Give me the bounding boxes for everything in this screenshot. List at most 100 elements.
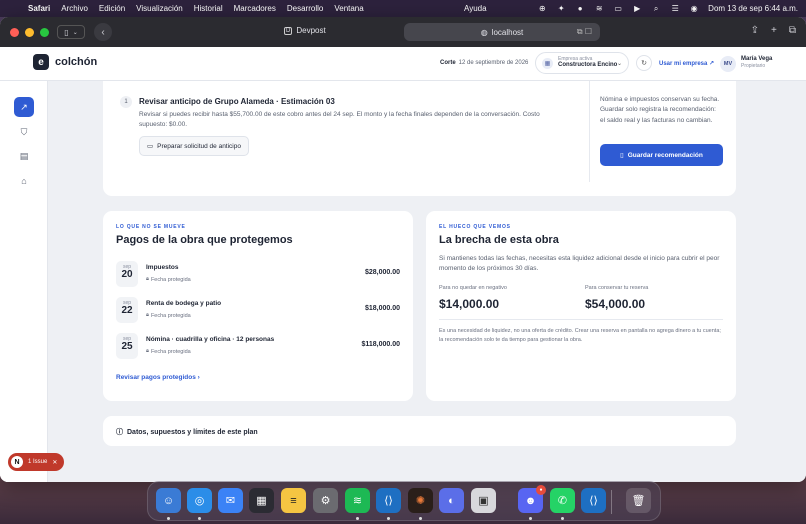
info-icon: ⓘ xyxy=(116,429,123,436)
share-icon[interactable]: ⇪ xyxy=(751,25,759,36)
nav-shield[interactable]: ⛉ xyxy=(14,122,34,142)
extensions-icon[interactable]: ⧉ ☐ xyxy=(577,27,592,37)
date-box: sep 20 xyxy=(116,261,138,287)
whatsapp-icon[interactable]: ✆ xyxy=(550,488,575,513)
issue-label: 1 Issue xyxy=(28,459,48,465)
user-icon[interactable]: ● xyxy=(575,4,585,13)
nav-dashboard[interactable]: ↗ xyxy=(14,97,34,117)
recommendation-side-text: Nómina e impuestos conservan su fecha. G… xyxy=(600,96,720,124)
datos-card[interactable]: ⓘ Datos, supuestos y límites de este pla… xyxy=(103,416,736,446)
form-icon: ▭ xyxy=(147,143,154,150)
running-indicator xyxy=(167,517,170,520)
divider xyxy=(439,319,723,320)
close-icon[interactable]: ✕ xyxy=(52,459,57,466)
window-controls xyxy=(10,27,49,37)
menu-ventana[interactable]: Ventana xyxy=(334,4,363,13)
payment-row[interactable]: sep 25 Nómina · cuadrilla y oficina · 12… xyxy=(116,333,400,361)
browser-window: ▯ ⌄ ‹ D Devpost ◍ localhost ⧉ ☐ ⇪ + ⧉ e … xyxy=(0,17,806,482)
date-day: 22 xyxy=(121,305,133,316)
divider xyxy=(589,81,590,182)
nav-documents[interactable]: ▤ xyxy=(14,146,34,166)
spotify-icon[interactable]: ≋ xyxy=(345,488,370,513)
running-indicator xyxy=(529,517,532,520)
metric-negativo-label: Para no quedar en negativo xyxy=(439,285,507,291)
usar-mi-empresa-link[interactable]: Usar mi empresa ↗ xyxy=(659,60,714,67)
search-icon[interactable]: ⌕ xyxy=(651,4,661,13)
vscode-icon[interactable]: ⟨⟩ xyxy=(376,488,401,513)
claude-icon[interactable]: ✺ xyxy=(408,488,433,513)
nav-bank[interactable]: ⌂ xyxy=(14,171,34,191)
tab-devpost[interactable]: D Devpost xyxy=(284,26,326,35)
siri-icon[interactable]: ◉ xyxy=(689,4,699,13)
logo-mark: e xyxy=(33,54,49,70)
menu-desarrollo[interactable]: Desarrollo xyxy=(287,4,323,13)
mail-icon[interactable]: ✉ xyxy=(218,488,243,513)
menu-ayuda[interactable]: Ayuda xyxy=(464,4,487,13)
url-bar[interactable]: ◍ localhost ⧉ ☐ xyxy=(404,23,600,41)
sidebar-toggle-button[interactable]: ▯ ⌄ xyxy=(57,25,85,39)
notes-icon[interactable]: ≡ xyxy=(281,488,306,513)
payment-amount: $118,000.00 xyxy=(361,341,400,348)
clock[interactable]: Dom 13 de sep 6:44 a.m. xyxy=(708,4,798,13)
guardar-recomendacion-button[interactable]: ▯ Guardar recomendación xyxy=(600,144,723,166)
brecha-note: Es una necesidad de liquidez, no una ofe… xyxy=(439,328,721,343)
step-title: Revisar anticipo de Grupo Alameda · Esti… xyxy=(139,97,335,106)
metric-reserva-value: $54,000.00 xyxy=(585,297,646,311)
battery-icon[interactable]: ▭ xyxy=(613,4,623,13)
refresh-button[interactable]: ↻ xyxy=(636,55,652,71)
document-icon: ▯ xyxy=(620,152,624,159)
menu-safari[interactable]: Safari xyxy=(28,4,50,13)
payment-row[interactable]: sep 22 Renta de bodega y patio 🔒︎ Fecha p… xyxy=(116,297,400,325)
menu-historial[interactable]: Historial xyxy=(194,4,223,13)
status-icon[interactable]: ⊕ xyxy=(537,4,547,13)
play-icon[interactable]: ▶ xyxy=(632,4,642,13)
running-indicator xyxy=(419,517,422,520)
user-info[interactable]: María Vega Propietario xyxy=(741,56,772,69)
vscode-insiders-icon[interactable]: ⟨⟩ xyxy=(581,488,606,513)
close-window-button[interactable] xyxy=(10,27,19,37)
datos-label: Datos, supuestos y límites de este plan xyxy=(127,428,258,436)
minimize-window-button[interactable] xyxy=(25,27,34,37)
date-day: 25 xyxy=(121,341,133,352)
wifi-icon[interactable]: ≋ xyxy=(594,4,604,13)
avatar[interactable]: MV xyxy=(720,56,736,72)
trash-icon[interactable]: 🗑︎ xyxy=(626,488,651,513)
logo[interactable]: e colchón xyxy=(33,54,97,70)
finder-icon[interactable]: ☺ xyxy=(156,488,181,513)
menu-edicion[interactable]: Edición xyxy=(99,4,125,13)
sparkle-icon[interactable]: ✦ xyxy=(556,4,566,13)
dock: ☺ ◎ ✉ ▦ ≡ ⚙ ≋ ⟨⟩ ✺ ◐ ▣ ☻ ● ✆ ⟨⟩ 🗑︎ xyxy=(147,481,661,521)
payment-name: Impuestos xyxy=(146,264,179,271)
payment-row[interactable]: sep 20 Impuestos 🔒︎ Fecha protegida $28,0… xyxy=(116,261,400,289)
zoom-window-button[interactable] xyxy=(40,27,49,37)
discord-icon[interactable]: ☻ ● xyxy=(518,485,546,513)
app-icon[interactable]: ◐ xyxy=(439,488,464,513)
menu-marcadores[interactable]: Marcadores xyxy=(234,4,276,13)
lock-icon: 🔒︎ xyxy=(146,312,149,318)
settings-icon[interactable]: ⚙ xyxy=(313,488,338,513)
pagos-eyebrow: LO QUE NO SE MUEVE xyxy=(116,224,186,230)
preview-icon[interactable]: ▣ xyxy=(471,488,496,513)
issue-badge[interactable]: N 1 Issue ✕ xyxy=(8,453,65,471)
chevron-left-icon: ‹ xyxy=(101,26,105,38)
menu-archivo[interactable]: Archivo xyxy=(61,4,88,13)
notification-badge: ● xyxy=(536,485,546,495)
launchpad-icon[interactable]: ▦ xyxy=(249,488,274,513)
back-button[interactable]: ‹ xyxy=(94,23,112,41)
control-center-icon[interactable]: ☰ xyxy=(670,4,680,13)
preparar-solicitud-button[interactable]: ▭ Preparar solicitud de anticipo xyxy=(139,136,249,156)
empresa-selector[interactable]: ▦ Empresa activa Constructora Encino ⌄ xyxy=(535,52,629,74)
apple-icon[interactable] xyxy=(8,4,18,14)
corte-value: 12 de septiembre de 2026 xyxy=(458,60,529,66)
safari-icon[interactable]: ◎ xyxy=(187,488,212,513)
revisar-pagos-link[interactable]: Revisar pagos protegidos › xyxy=(116,374,200,381)
payment-name: Nómina · cuadrilla y oficina · 12 person… xyxy=(146,336,275,343)
new-tab-icon[interactable]: + xyxy=(771,25,777,36)
tab-overview-icon[interactable]: ⧉ xyxy=(789,25,796,36)
datos-toggle[interactable]: ⓘ Datos, supuestos y límites de este pla… xyxy=(116,427,258,437)
brecha-title: La brecha de esta obra xyxy=(439,234,559,246)
running-indicator xyxy=(356,517,359,520)
date-box: sep 22 xyxy=(116,297,138,323)
chevron-down-icon: ⌄ xyxy=(616,60,622,67)
menu-visualizacion[interactable]: Visualización xyxy=(136,4,183,13)
